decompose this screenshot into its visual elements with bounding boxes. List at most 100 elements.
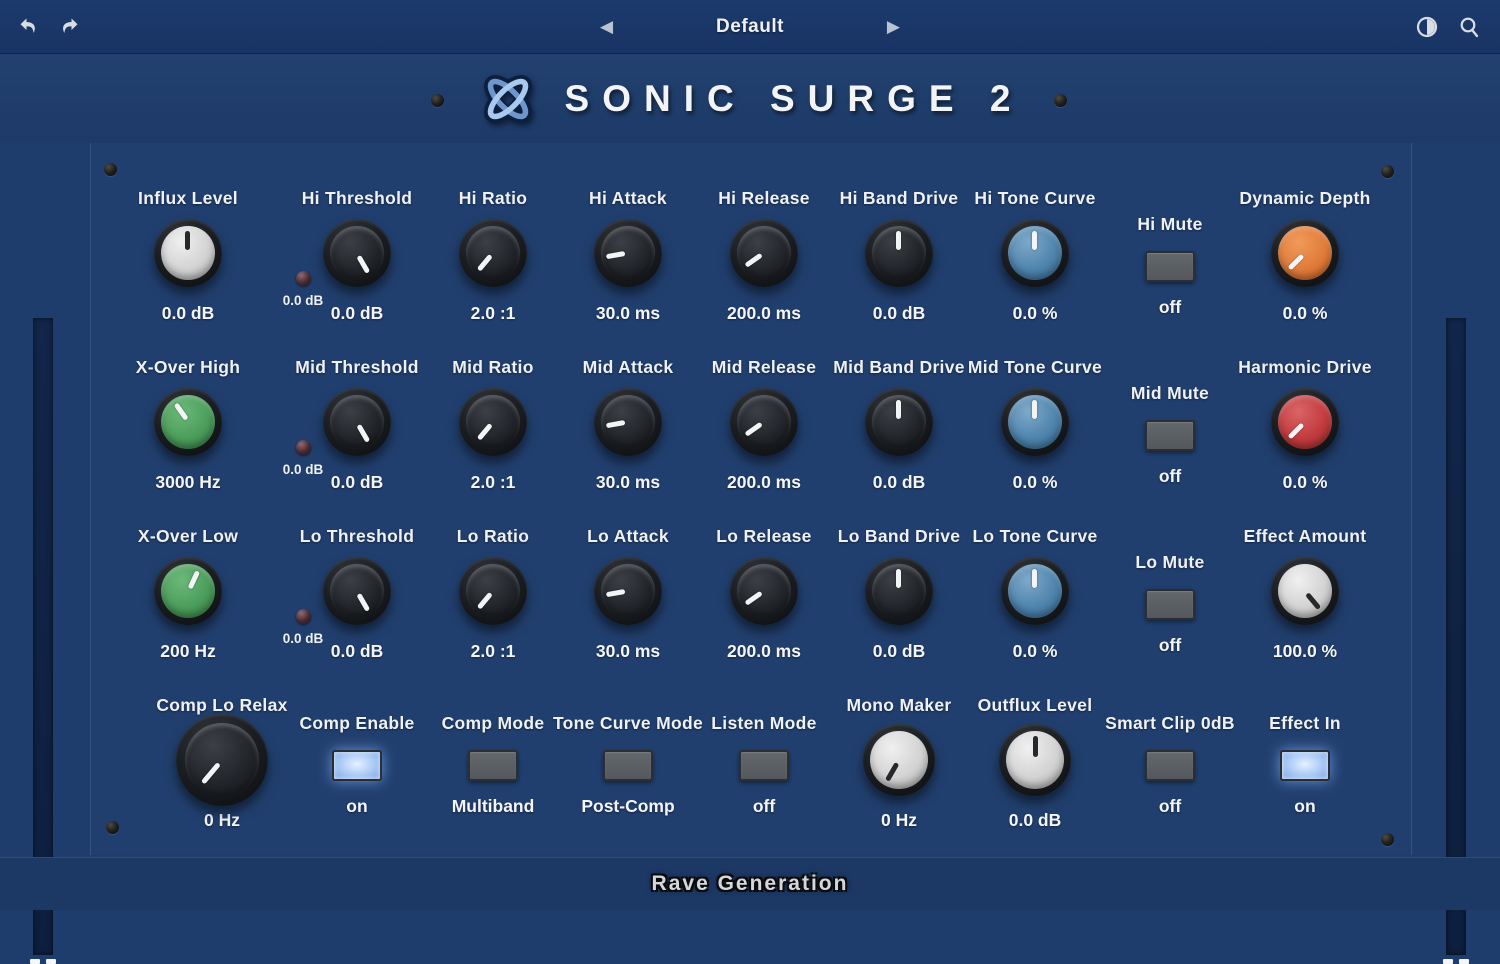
hi-band-drive-knob[interactable]	[865, 219, 933, 287]
hi-attack-label: Hi Attack	[589, 185, 667, 211]
gain-reduction-led-icon	[296, 609, 311, 624]
harmonic-drive-label: Harmonic Drive	[1238, 354, 1372, 380]
hi-tone-curve-knob[interactable]	[1001, 219, 1069, 287]
preset-name[interactable]: Default	[716, 16, 784, 38]
lo-attack-label: Lo Attack	[587, 523, 669, 549]
mid-threshold-knob[interactable]	[323, 388, 391, 456]
hi-release-label: Hi Release	[718, 185, 810, 211]
effect-amount-label: Effect Amount	[1244, 523, 1367, 549]
lo-tone-curve-knob[interactable]	[1001, 557, 1069, 625]
tone-curve-mode-value: Post-Comp	[581, 796, 674, 817]
mid-mute-value: off	[1159, 466, 1181, 487]
hi-band-drive-label: Hi Band Drive	[840, 185, 959, 211]
lo-threshold-label: Lo Threshold	[300, 523, 414, 549]
hi-attack-knob[interactable]	[594, 219, 662, 287]
gain-reduction-indicator: 0.0 dB	[274, 609, 332, 646]
hi-release-knob[interactable]	[730, 219, 798, 287]
comp-mode-button[interactable]	[468, 750, 518, 781]
outflux-level-label: Outflux Level	[978, 692, 1093, 718]
lo-tone-curve-label: Lo Tone Curve	[972, 523, 1097, 549]
smart-clip-0db-button[interactable]	[1145, 750, 1195, 781]
mid-tone-curve-knob[interactable]	[1001, 388, 1069, 456]
plugin-window: ◀ Default ▶	[0, 0, 1500, 909]
x-over-high-knob[interactable]	[154, 388, 222, 456]
effect-in-button[interactable]	[1280, 750, 1330, 781]
hi-ratio-knob[interactable]	[459, 219, 527, 287]
influx-level-value: 0.0 dB	[162, 303, 215, 324]
x-over-high-label: X-Over High	[136, 354, 240, 380]
brand-logo: Rave Generation	[652, 872, 849, 896]
mid-band-drive-knob[interactable]	[865, 388, 933, 456]
control-surface: Influx Level0.0 dBHi Threshold0.0 dB0.0 …	[0, 143, 1500, 857]
harmonic-drive-cell: Harmonic Drive 0.0 %	[1220, 354, 1390, 512]
mono-maker-knob[interactable]	[863, 724, 935, 796]
comp-lo-relax-knob[interactable]	[176, 714, 268, 806]
mid-release-knob[interactable]	[730, 388, 798, 456]
view-controls	[1414, 14, 1482, 40]
comp-enable-value: on	[346, 796, 367, 817]
lo-attack-knob[interactable]	[594, 557, 662, 625]
effect-in-value: on	[1294, 796, 1315, 817]
gain-reduction-led-icon	[296, 271, 311, 286]
effect-amount-knob[interactable]	[1271, 557, 1339, 625]
mid-attack-knob[interactable]	[594, 388, 662, 456]
hi-ratio-value: 2.0 :1	[471, 303, 516, 324]
screw-icon	[106, 821, 119, 834]
lo-threshold-knob[interactable]	[323, 557, 391, 625]
redo-icon[interactable]	[56, 14, 82, 40]
preset-prev-icon[interactable]: ◀	[600, 18, 613, 35]
outflux-level-value: 0.0 dB	[1009, 810, 1062, 831]
lo-mute-button[interactable]	[1145, 589, 1195, 620]
screw-icon	[1381, 165, 1394, 178]
magnifier-icon[interactable]	[1456, 14, 1482, 40]
hi-threshold-knob[interactable]	[323, 219, 391, 287]
preset-next-icon[interactable]: ▶	[887, 18, 900, 35]
hi-mute-button[interactable]	[1145, 251, 1195, 282]
x-over-high-cell: X-Over High3000 Hz	[103, 354, 273, 512]
contrast-icon[interactable]	[1414, 14, 1440, 40]
effect-in-cell: Effect Inon	[1220, 692, 1390, 868]
gain-reduction-indicator: 0.0 dB	[274, 440, 332, 477]
effect-amount-value: 100.0 %	[1273, 641, 1337, 662]
comp-enable-label: Comp Enable	[299, 710, 414, 736]
undo-icon[interactable]	[16, 14, 42, 40]
hi-release-value: 200.0 ms	[727, 303, 801, 324]
listen-mode-button[interactable]	[739, 750, 789, 781]
lo-band-drive-label: Lo Band Drive	[838, 523, 961, 549]
hi-tone-curve-label: Hi Tone Curve	[974, 185, 1095, 211]
hi-attack-value: 30.0 ms	[596, 303, 660, 324]
comp-enable-button[interactable]	[332, 750, 382, 781]
lo-band-drive-knob[interactable]	[865, 557, 933, 625]
mid-attack-label: Mid Attack	[583, 354, 674, 380]
listen-mode-value: off	[753, 796, 775, 817]
harmonic-drive-value: 0.0 %	[1283, 472, 1328, 493]
x-over-low-value: 200 Hz	[160, 641, 215, 662]
top-toolbar: ◀ Default ▶	[0, 0, 1500, 54]
influx-level-knob[interactable]	[154, 219, 222, 287]
hi-threshold-value: 0.0 dB	[331, 303, 384, 324]
footer-band: Rave Generation	[0, 857, 1500, 910]
mid-ratio-knob[interactable]	[459, 388, 527, 456]
atom-logo-icon	[477, 68, 539, 130]
lo-ratio-knob[interactable]	[459, 557, 527, 625]
lo-release-knob[interactable]	[730, 557, 798, 625]
lo-mute-value: off	[1159, 635, 1181, 656]
tone-curve-mode-button[interactable]	[603, 750, 653, 781]
smart-clip-0db-label: Smart Clip 0dB	[1105, 710, 1235, 736]
harmonic-drive-knob[interactable]	[1271, 388, 1339, 456]
mono-maker-label: Mono Maker	[846, 692, 951, 718]
effect-amount-cell: Effect Amount 100.0 %	[1220, 523, 1390, 681]
lo-tone-curve-value: 0.0 %	[1013, 641, 1058, 662]
mid-band-drive-value: 0.0 dB	[873, 472, 926, 493]
comp-mode-label: Comp Mode	[442, 710, 545, 736]
dynamic-depth-knob[interactable]	[1271, 219, 1339, 287]
hi-threshold-label: Hi Threshold	[302, 185, 413, 211]
header-band: SONIC SURGE 2	[0, 54, 1500, 144]
gain-reduction-led-icon	[296, 440, 311, 455]
mid-mute-button[interactable]	[1145, 420, 1195, 451]
dynamic-depth-cell: Dynamic Depth0.0 %	[1220, 185, 1390, 343]
mid-tone-curve-label: Mid Tone Curve	[968, 354, 1102, 380]
x-over-low-knob[interactable]	[154, 557, 222, 625]
comp-mode-value: Multiband	[452, 796, 535, 817]
outflux-level-knob[interactable]	[999, 724, 1071, 796]
